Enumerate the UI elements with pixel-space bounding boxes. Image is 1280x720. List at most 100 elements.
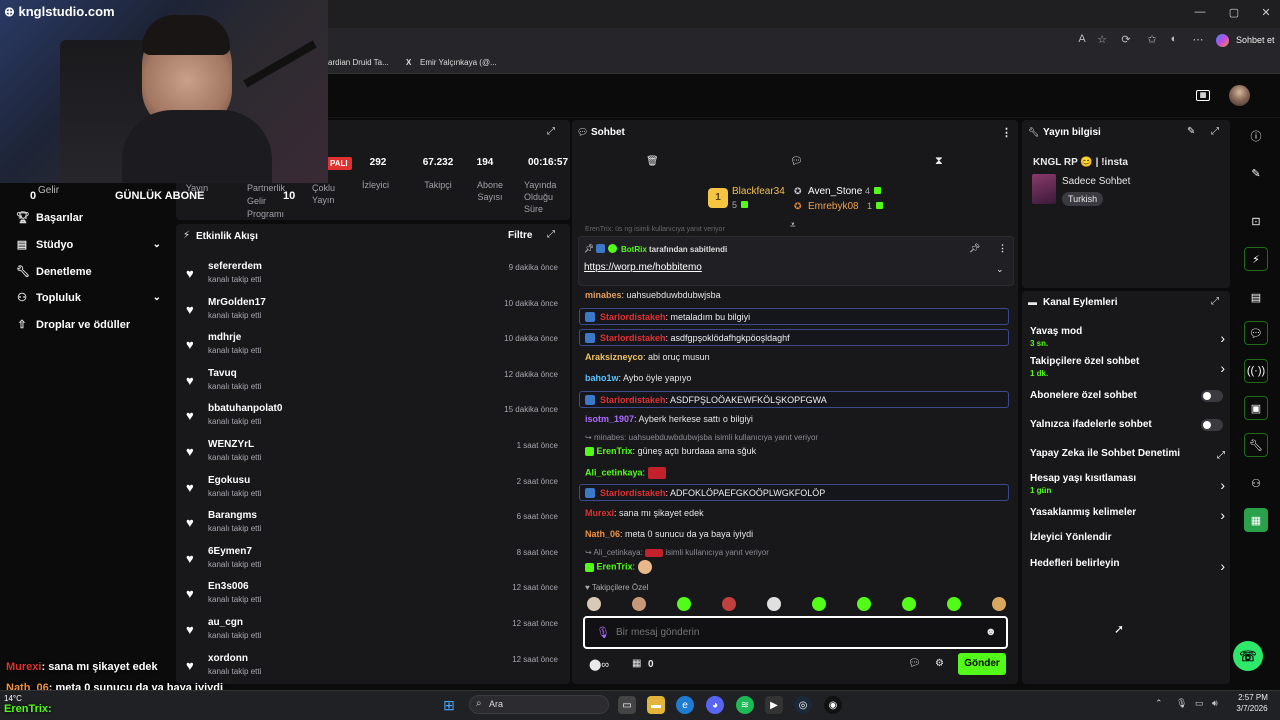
chat-message[interactable]: baho1w: Aybo öyle yapıyo [585,373,691,383]
category-name[interactable]: Sadece Sohbet [1062,176,1130,187]
popout-icon[interactable]: ⤢ [1211,296,1219,307]
pinned-author[interactable]: BotRix [621,245,647,254]
edge-browser-icon[interactable]: e [676,696,694,714]
maximize-button[interactable]: ▢ [1224,6,1244,19]
follower-name[interactable]: mdhrje [208,332,241,343]
chat-username[interactable]: Nath_06 [585,529,620,539]
channel-action-row[interactable]: Takipçilere özel sohbet 1 dk. › [1030,356,1225,378]
activity-item[interactable]: ♥ sefererdem kanalı takip etti 9 dakika önc… [186,258,558,292]
nav-moderation[interactable]: 🔧︎ Denetleme [16,265,92,279]
bookmark-item[interactable]: Emir Yalçınkaya (@... [420,58,497,67]
nav-achievements[interactable]: 🏆︎ Başarılar [16,211,83,225]
channel-action-row[interactable]: İzleyici Yönlendir [1030,532,1225,543]
tray-chevron-icon[interactable]: ⌃ [1155,698,1163,709]
activity-item[interactable]: ♥ MrGolden17 kanalı takip etti 10 dakika ön… [186,294,558,328]
extensions-icon[interactable]: ⟳ [1118,33,1134,46]
activity-item[interactable]: ♥ WENZYrL kanalı takip etti 1 saat önce [186,436,558,470]
follower-name[interactable]: bbatuhanpolat0 [208,403,282,414]
emote-button[interactable] [992,597,1006,611]
follower-name[interactable]: 6Eymen7 [208,546,252,557]
emoji-picker-icon[interactable]: ☻ [985,626,997,638]
activity-item[interactable]: ♥ 6Eymen7 kanalı takip etti 8 saat önce [186,543,558,577]
channel-action-row[interactable]: Yalnızca ifadelerle sohbet [1030,419,1225,431]
activity-item[interactable]: ♥ En3s006 kanalı takip etti 12 saat önce [186,578,558,612]
chat-message[interactable]: Nath_06: meta 0 sunucu da ya baya iyiydi [585,529,753,539]
chat-message-highlighted[interactable]: Starlordistakeh: ADFOKLÖPAEFGKOÖPLWGKFOL… [579,484,1009,501]
emote-button[interactable] [722,597,736,611]
info-icon[interactable]: ⓘ [1244,124,1268,148]
read-aloud-icon[interactable]: A [1074,33,1090,45]
follower-name[interactable]: au_cgn [208,617,243,628]
chat-username[interactable]: Ali_cetinkaya [585,467,643,477]
microphone-icon[interactable]: 🎙︎ [596,626,610,639]
chat-message[interactable]: Araksizneyco: abi oruç musun [585,352,710,362]
emote-button[interactable] [947,597,961,611]
pinned-link[interactable]: https://worp.me/hobbitemo [584,262,702,273]
chat-message[interactable]: Murexi: sana mı şikayet edek [585,508,704,518]
keyboard-shortcuts-icon[interactable]: ▦ [1196,90,1210,101]
chat-message[interactable]: ErenTrix: güneş açtı burdaaa ama sğuk [585,446,756,457]
popout-icon[interactable]: ⤢ [547,126,555,137]
more-menu-icon[interactable]: ⋯ [1190,33,1206,46]
emote-button[interactable] [767,597,781,611]
follower-name[interactable]: sefererdem [208,261,262,272]
chat-username[interactable]: Starlordistakeh [600,312,666,322]
activity-item[interactable]: ♥ Egokusu kanalı takip etti 2 saat önce [186,472,558,506]
help-support-icon[interactable]: ☏ [1233,641,1263,671]
chat-message[interactable]: Ali_cetinkaya: [585,467,666,479]
chat-username[interactable]: Araksizneyco [585,352,643,362]
favorite-star-icon[interactable]: ☆ [1094,33,1110,46]
bookmark-item[interactable]: ardian Druid Ta... [328,58,389,67]
favorites-icon[interactable]: ✩ [1144,33,1160,46]
trash-icon[interactable]: 🗑︎ [646,156,659,167]
popout-icon[interactable]: ⤢ [1211,126,1219,137]
spotify-icon[interactable]: ≋ [736,696,754,714]
expand-leaderboard-icon[interactable]: ⩡ [790,220,796,231]
file-explorer-icon[interactable]: ▬ [647,696,665,714]
community-rail-icon[interactable]: ⚇ [1244,471,1268,495]
activity-item[interactable]: ♥ Barangms kanalı takip etti 6 saat önce [186,507,558,541]
clock-date[interactable]: 3/7/2026 [1234,704,1270,713]
minimize-button[interactable]: — [1190,6,1210,18]
nav-community[interactable]: ⚇ Topluluk ⌄ [16,291,161,305]
windows-start-icon[interactable]: ⊞ [440,696,458,714]
chat-username[interactable]: baho1w [585,373,619,383]
chat-username[interactable]: ErenTrix [597,561,633,571]
close-window-button[interactable]: ✕ [1256,6,1276,19]
chat-message-highlighted[interactable]: Starlordistakeh: asdfgpşoklödafhgkpöoşld… [579,329,1009,346]
profile-icon[interactable]: ◐ [1166,33,1182,45]
copilot-icon[interactable] [1216,34,1229,47]
pinned-menu-icon[interactable]: ⋮ [998,243,1007,254]
top-gifter-name[interactable]: Emrebyk08 [808,201,859,212]
chat-username[interactable]: Starlordistakeh [600,395,666,405]
chat-menu-icon[interactable]: ⋮ [1001,126,1012,139]
clock-time[interactable]: 2:57 PM [1237,693,1269,702]
emote-button[interactable] [587,597,601,611]
nav-studio[interactable]: ▤ Stüdyo ⌄ [16,238,161,252]
chat-username[interactable]: Murexi [585,508,614,518]
chat-username[interactable]: ErenTrix [597,446,633,456]
channel-action-row[interactable]: Yasaklanmış kelimeler › [1030,507,1225,523]
follower-name[interactable]: Tavuq [208,368,237,379]
follower-name[interactable]: En3s006 [208,581,249,592]
obs-icon[interactable]: ◉ [824,696,842,714]
lightning-rail-icon[interactable]: ⚡︎ [1244,247,1268,271]
follower-name[interactable]: xordonn [208,653,248,664]
top-gifter-name[interactable]: Blackfear34 [732,186,785,197]
edit-icon[interactable]: ✎ [1187,126,1195,137]
channel-action-row[interactable]: Yapay Zeka ile Sohbet Denetimi ⤢ [1030,448,1225,461]
steam-icon[interactable]: ◎ [794,696,812,714]
chat-username[interactable]: Starlordistakeh [600,333,666,343]
chat-settings-icon[interactable]: 💬︎ [790,156,803,167]
plugin-icon[interactable]: ▦ [1244,508,1268,532]
microphone-tray-icon[interactable]: 🎙︎ [1176,698,1187,709]
follower-name[interactable]: Egokusu [208,475,250,486]
chat-popout-icon[interactable]: 💬︎ [908,658,921,669]
tag-pill[interactable]: Turkish [1062,192,1104,206]
unpin-icon[interactable]: 📌︎ [969,243,980,254]
follower-name[interactable]: WENZYrL [208,439,254,450]
chat-username[interactable]: isotm_1907 [585,414,634,424]
camera-icon[interactable]: ⊡ [1244,209,1268,233]
chat-rail-icon[interactable]: 💬︎ [1244,321,1268,345]
task-view-icon[interactable]: ▭ [618,696,636,714]
